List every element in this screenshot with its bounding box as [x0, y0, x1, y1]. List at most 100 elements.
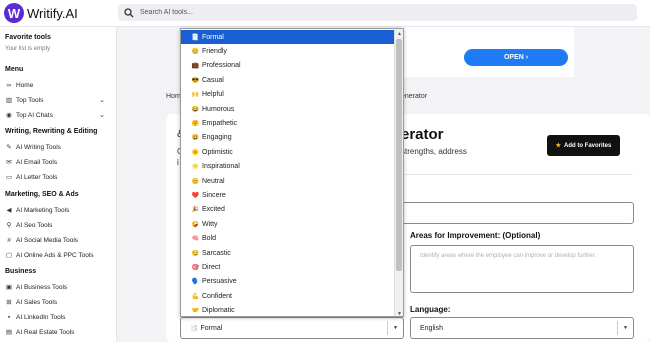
sidebar-item-ai-letter-tools[interactable]: ▭ AI Letter Tools [5, 171, 105, 183]
formal-icon: 📑 [191, 34, 200, 41]
tone-select[interactable]: 📑 Formal ▼ [180, 317, 404, 339]
sidebar-item-ai-social-media-tools[interactable]: # AI Social Media Tools [5, 234, 105, 246]
excited-icon: 🎉 [191, 207, 200, 214]
sales-icon: ⊞ [6, 299, 12, 306]
sidebar-item-label: AI Social Media Tools [16, 236, 79, 244]
tone-option-sincere[interactable]: ❤️ Sincere [181, 188, 395, 202]
business-section-title: Business [5, 268, 37, 275]
sidebar-item-ai-business-tools[interactable]: ▣ AI Business Tools [5, 281, 105, 293]
tone-option-label: Neutral [202, 177, 225, 185]
dropdown-scrollbar[interactable]: ▲ ▼ [394, 29, 403, 317]
sidebar-item-label: AI Online Ads & PPC Tools [16, 251, 94, 259]
tone-option-inspirational[interactable]: 🌟 Inspirational [181, 160, 395, 174]
tone-option-witty[interactable]: 🤪 Witty [181, 217, 395, 231]
language-value: English [420, 324, 443, 332]
top-bar: W Writify.AI [0, 0, 650, 27]
tone-option-optimistic[interactable]: 🌞 Optimistic [181, 145, 395, 159]
tone-option-bold[interactable]: 🧠 Bold [181, 232, 395, 246]
tone-option-neutral[interactable]: 😐 Neutral [181, 174, 395, 188]
sidebar-item-ai-email-tools[interactable]: ✉ AI Email Tools [5, 156, 105, 168]
tone-option-friendly[interactable]: 😊 Friendly [181, 44, 395, 58]
add-to-favorites-button[interactable]: ★ Add to Favorites [547, 135, 620, 156]
search-icon [124, 7, 134, 17]
tone-option-label: Sincere [202, 192, 226, 200]
formal-icon: 📑 [190, 325, 198, 332]
language-select[interactable]: English ▼ [410, 317, 634, 339]
sidebar-item-label: AI Letter Tools [16, 173, 58, 181]
areas-for-improvement-field[interactable] [410, 245, 634, 293]
chart-icon: ▥ [5, 97, 13, 104]
chevron-down-icon[interactable]: ⌄ [99, 111, 105, 119]
tone-option-engaging[interactable]: 😃 Engaging [181, 131, 395, 145]
open-button[interactable]: OPEN › [464, 49, 568, 66]
megaphone-icon: ◀ [6, 207, 12, 214]
tone-option-label: Optimistic [202, 148, 233, 156]
tone-option-persuasive[interactable]: 🗣️ Persuasive [181, 275, 395, 289]
add-to-favorites-label: Add to Favorites [564, 142, 612, 149]
tone-option-excited[interactable]: 🎉 Excited [181, 203, 395, 217]
sidebar-item-top-ai-chats[interactable]: ◉ Top AI Chats ⌄ [5, 109, 105, 121]
sidebar-item-ai-marketing-tools[interactable]: ◀ AI Marketing Tools [5, 204, 105, 216]
logo-mark: W [4, 3, 24, 23]
diplomatic-icon: 🤝 [191, 308, 200, 315]
sidebar-item-label: Top Tools [16, 96, 44, 104]
star-icon: ★ [555, 143, 562, 149]
chevron-down-icon[interactable]: ⌄ [99, 96, 105, 104]
tone-option-empathetic[interactable]: 🤗 Empathetic [181, 116, 395, 130]
tone-option-label: Formal [202, 33, 224, 41]
app-logo[interactable]: W Writify.AI [4, 3, 78, 23]
mail-icon: ✉ [6, 159, 12, 166]
scroll-up-icon[interactable]: ▲ [395, 29, 403, 38]
menu-title: Menu [5, 66, 24, 73]
bold-icon: 🧠 [191, 236, 200, 243]
hashtag-icon: # [7, 236, 11, 244]
search-icon: ⚲ [6, 222, 12, 229]
persuasive-icon: 🗣️ [191, 279, 200, 286]
scrollbar-thumb[interactable] [396, 39, 402, 271]
tone-option-professional[interactable]: 💼 Professional [181, 59, 395, 73]
tone-option-formal[interactable]: 📑 Formal [181, 30, 395, 45]
tone-option-label: Humorous [202, 105, 235, 113]
pen-icon: ✎ [6, 144, 12, 151]
sidebar-item-ai-seo-tools[interactable]: ⚲ AI Seo Tools [5, 219, 105, 231]
sidebar-item-ai-writing-tools[interactable]: ✎ AI Writing Tools [5, 141, 105, 153]
sidebar-item-label: Home [16, 81, 34, 89]
sidebar-item-ai-sales-tools[interactable]: ⊞ AI Sales Tools [5, 296, 105, 308]
tone-option-diplomatic[interactable]: 🤝 Diplomatic [181, 304, 395, 316]
open-button-label: OPEN [503, 54, 524, 61]
letter-icon: ▭ [5, 174, 13, 181]
sidebar-item-top-tools[interactable]: ▥ Top Tools ⌄ [5, 94, 105, 106]
tone-option-casual[interactable]: 😎 Casual [181, 73, 395, 87]
sidebar-item-label: AI Real Estate Tools [16, 328, 75, 336]
sidebar-item-ai-online-ads-tools[interactable]: ▢ AI Online Ads & PPC Tools [5, 249, 105, 261]
tone-option-label: Persuasive [202, 278, 237, 286]
sidebar-item-label: AI Writing Tools [16, 143, 61, 151]
empathetic-icon: 🤗 [191, 121, 200, 128]
text-field[interactable] [398, 202, 634, 224]
ads-icon: ▢ [5, 252, 13, 259]
tone-option-sarcastic[interactable]: 😏 Sarcastic [181, 246, 395, 260]
link-icon: ∞ [6, 81, 12, 89]
tone-option-humorous[interactable]: 😂 Humorous [181, 102, 395, 116]
sidebar-item-ai-linkedin-tools[interactable]: ▪ AI LinkedIn Tools [5, 311, 105, 323]
tone-option-helpful[interactable]: 🙌 Helpful [181, 88, 395, 102]
search-bar[interactable] [118, 4, 637, 21]
humorous-icon: 😂 [191, 106, 200, 113]
sidebar-item-ai-real-estate-tools[interactable]: ▤ AI Real Estate Tools [5, 326, 105, 338]
sidebar-item-label: AI Sales Tools [16, 298, 58, 306]
briefcase-icon: ▣ [5, 284, 13, 291]
witty-icon: 🤪 [191, 221, 200, 228]
tone-option-confident[interactable]: 💪 Confident [181, 289, 395, 303]
tone-dropdown-list[interactable]: 📑 Formal 😊 Friendly 💼 Professional 😎 Casual 🙌 Hel… [180, 28, 404, 317]
sidebar-item-label: AI Business Tools [16, 283, 68, 291]
tone-option-label: Casual [202, 76, 224, 84]
search-input[interactable] [140, 9, 540, 16]
breadcrumb-home[interactable]: Hom [166, 93, 181, 100]
tone-value: Formal [200, 324, 223, 332]
scroll-down-icon[interactable]: ▼ [395, 309, 403, 317]
tone-option-label: Bold [202, 235, 217, 243]
tone-option-direct[interactable]: 🎯 Direct [181, 260, 395, 274]
sidebar-item-label: AI Email Tools [16, 158, 58, 166]
sidebar-item-home[interactable]: ∞ Home [5, 79, 105, 91]
tone-option-label: Witty [202, 220, 218, 228]
